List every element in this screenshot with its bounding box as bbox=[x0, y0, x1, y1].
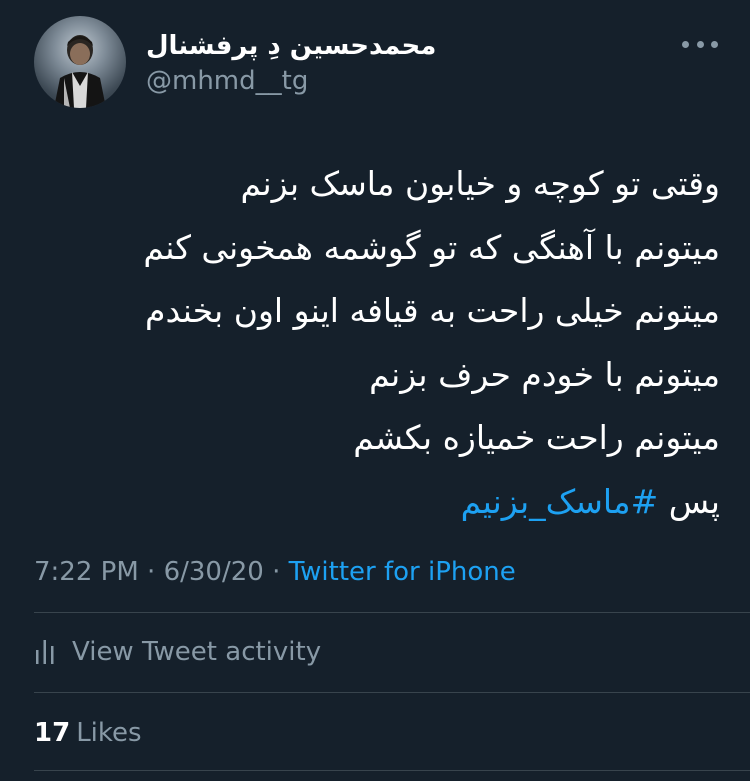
tweet-date: 6/30/20 bbox=[163, 557, 264, 587]
tweet-line: میتونم با خودم حرف بزنم bbox=[369, 354, 720, 394]
display-name[interactable]: محمدحسین دِ پرفشنال bbox=[146, 28, 436, 64]
more-dot bbox=[696, 40, 704, 48]
view-tweet-activity-button[interactable]: View Tweet activity bbox=[34, 632, 321, 672]
tweet-time: 7:22 PM bbox=[34, 557, 139, 587]
more-dot bbox=[711, 40, 718, 48]
tweet-line: وقتی تو کوچه و خیابون ماسک بزنم bbox=[240, 164, 720, 203]
likes-label: Likes bbox=[76, 718, 142, 748]
more-options-icon[interactable] bbox=[682, 38, 718, 50]
more-dot bbox=[682, 40, 689, 48]
hashtag-link[interactable]: #ماسک_بزنیم bbox=[461, 482, 659, 521]
tweet-text: وقتی تو کوچه و خیابون ماسک بزنم میتونم ب… bbox=[60, 152, 720, 533]
tweet-source-link[interactable]: Twitter for iPhone bbox=[289, 557, 516, 587]
avatar-photo bbox=[54, 35, 106, 108]
likes-count-link[interactable]: 17 Likes bbox=[34, 716, 142, 750]
tweet-line: میتونم راحت خمیازه بکشم bbox=[353, 418, 720, 457]
meta-separator: · bbox=[147, 557, 156, 587]
meta-separator: · bbox=[272, 557, 281, 587]
tweet-last-line: پس #ماسک_بزنیم bbox=[60, 470, 720, 534]
divider bbox=[34, 770, 750, 771]
tweet-line: میتونم خیلی راحت به قیافه اینو اون بخندم bbox=[145, 291, 720, 330]
bar-chart-icon bbox=[36, 640, 54, 664]
view-tweet-activity-label: View Tweet activity bbox=[72, 637, 322, 667]
handle[interactable]: @mhmd__tg bbox=[146, 64, 308, 98]
tweet-meta: 7:22 PM · 6/30/20 · Twitter for iPhone bbox=[34, 555, 516, 589]
tweet-line: میتونم با آهنگی که تو گوشمه همخونی کنم bbox=[143, 227, 720, 267]
divider bbox=[34, 612, 750, 613]
avatar[interactable] bbox=[34, 16, 126, 108]
tweet-line-prefix: پس bbox=[668, 481, 720, 521]
likes-count: 17 bbox=[34, 718, 71, 748]
divider bbox=[34, 692, 750, 693]
